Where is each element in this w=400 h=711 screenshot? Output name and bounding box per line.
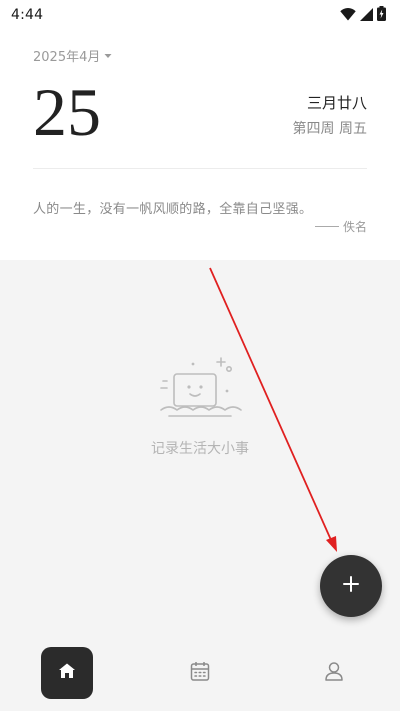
- week-info: 第四周 周五: [292, 121, 367, 137]
- month-picker[interactable]: 2025年4月: [33, 46, 112, 65]
- calendar-icon: [189, 660, 211, 686]
- cellular-signal-icon: [360, 6, 373, 25]
- quote-dash: [314, 226, 339, 227]
- home-icon: [57, 661, 77, 685]
- day-number: 25: [33, 74, 101, 150]
- plus-icon: [342, 575, 360, 597]
- quote-author-row: 佚名: [314, 218, 367, 235]
- nav-calendar[interactable]: [174, 647, 226, 699]
- wifi-icon: [340, 6, 356, 25]
- month-label: 2025年4月: [33, 50, 101, 65]
- add-entry-button[interactable]: [320, 555, 382, 617]
- status-bar: 4:44: [0, 0, 400, 30]
- status-time: 4:44: [11, 7, 44, 23]
- empty-state-text: 记录生活大小事: [151, 441, 249, 457]
- lunar-date: 三月廿八: [306, 94, 367, 112]
- battery-icon: [377, 5, 386, 25]
- nav-home[interactable]: [41, 647, 93, 699]
- quote-text: 人的一生，没有一帆风顺的路，全靠自己坚强。: [33, 202, 313, 217]
- user-icon: [323, 660, 345, 686]
- nav-profile[interactable]: [308, 647, 360, 699]
- header-divider: [33, 168, 367, 169]
- quote-author: 佚名: [342, 220, 367, 234]
- bottom-nav: [0, 640, 400, 711]
- status-icons: [340, 5, 386, 25]
- caret-down-icon: [104, 48, 112, 63]
- app-screen: 4:44 2025年4月 25 三月廿八 第四周 周五 人的一生，没有一帆风顺的…: [0, 0, 400, 711]
- empty-box-illustration: [155, 355, 245, 425]
